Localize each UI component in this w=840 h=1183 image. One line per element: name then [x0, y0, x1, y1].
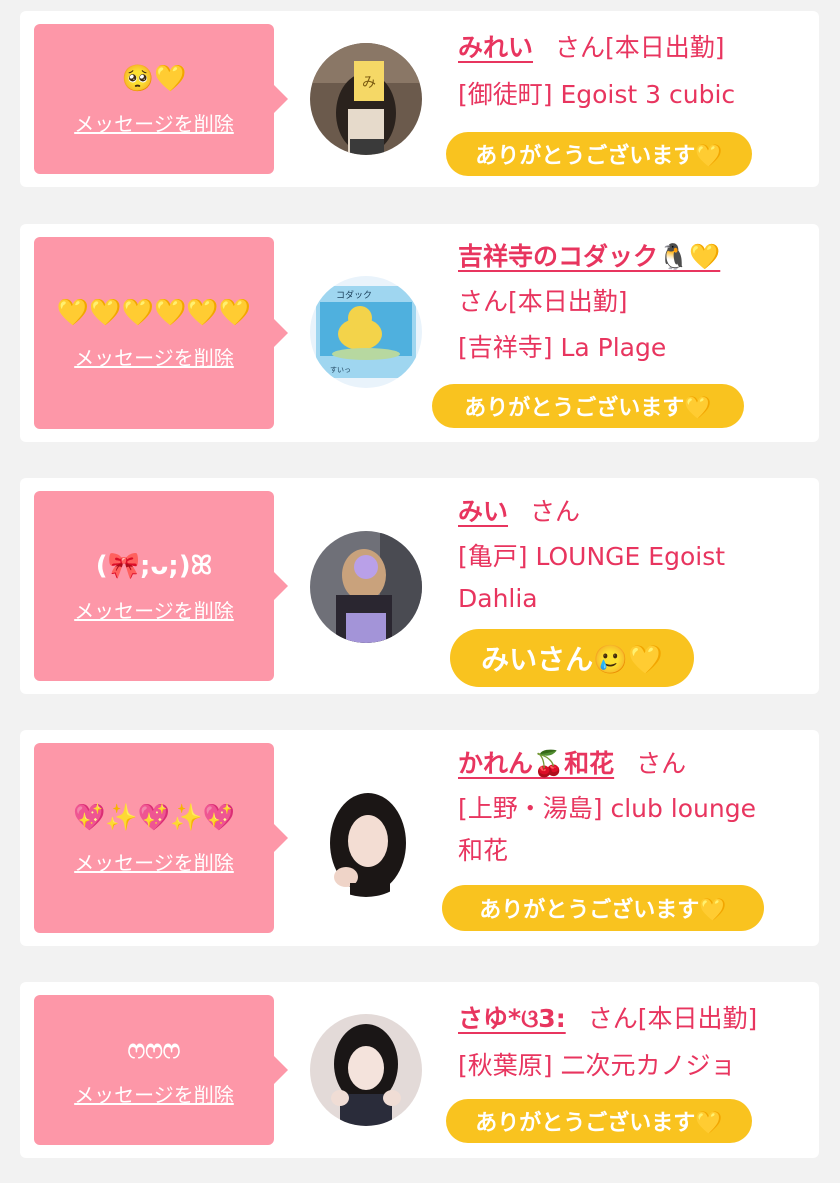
sender-info: 吉祥寺のコダック🐧💛 さん[本日出勤] [吉祥寺] La Plage [458, 237, 799, 369]
sender-name-link[interactable]: みい [458, 497, 508, 526]
avatar[interactable]: み [310, 43, 422, 155]
sender-name-link[interactable]: かれん🍒和花 [458, 749, 614, 778]
card-subtext: すいっ [330, 366, 351, 374]
sender-name-link[interactable]: みれい [458, 33, 533, 62]
delete-message-link[interactable]: メッセージを削除 [74, 342, 234, 371]
sender-info: みれい さん[本日出勤] [御徒町] Egoist 3 cubic [458, 28, 799, 116]
message-card: ෆෆෆ メッセージを削除 さゆ*ଓ3: さん[本日出勤] [秋葉原] 二次元カノジ… [20, 982, 819, 1158]
avatar-sticker-text: み [362, 75, 376, 91]
message-text: (🎀;ᴗ;)ꕤ [95, 550, 213, 581]
avatar[interactable] [310, 785, 422, 897]
message-card: 🥺💛 メッセージを削除 み みれい さん[本日出勤] [御徒町] Egoist 3… [20, 11, 819, 187]
message-list: 🥺💛 メッセージを削除 み みれい さん[本日出勤] [御徒町] Egoist 3… [0, 0, 840, 1183]
sender-suffix-line: さん[本日出勤] [458, 287, 628, 316]
thanks-reply-button[interactable]: ありがとうございます💛 [446, 1099, 752, 1143]
thanks-reply-button[interactable]: ありがとうございます💛 [442, 885, 764, 931]
message-bubble: 💛💛💛💛💛💛 メッセージを削除 [34, 237, 288, 429]
sender-name-link[interactable]: さゆ*ଓ3: [458, 1004, 566, 1033]
sender-info: かれん🍒和花 さん [上野・湯島] club lounge 和花 [458, 744, 799, 872]
message-text: 💖✨💖✨💖 [73, 802, 235, 833]
message-text: 🥺💛 [121, 63, 187, 94]
shop-name-continued: Dahlia [458, 584, 538, 613]
thanks-reply-button[interactable]: みいさん🥲💛 [450, 629, 694, 687]
sender-suffix: さん[本日出勤] [587, 1004, 758, 1033]
delete-message-link[interactable]: メッセージを削除 [74, 1079, 234, 1108]
sender-suffix: さん[本日出勤] [555, 33, 725, 62]
message-bubble: (🎀;ᴗ;)ꕤ メッセージを削除 [34, 491, 288, 681]
shop-name: [亀戸] LOUNGE Egoist [458, 542, 726, 571]
message-card: (🎀;ᴗ;)ꕤ メッセージを削除 みい さん [亀戸] LOUNGE Egoist… [20, 478, 819, 694]
message-bubble: 🥺💛 メッセージを削除 [34, 24, 288, 174]
shop-name: [吉祥寺] La Plage [458, 333, 667, 362]
message-bubble: ෆෆෆ メッセージを削除 [34, 995, 288, 1145]
avatar[interactable]: コダック すいっ [310, 276, 422, 388]
shop-name: [上野・湯島] club lounge [458, 794, 756, 823]
message-bubble: 💖✨💖✨💖 メッセージを削除 [34, 743, 288, 933]
sender-name-link[interactable]: 吉祥寺のコダック🐧💛 [458, 242, 720, 271]
message-card: 💖✨💖✨💖 メッセージを削除 かれん🍒和花 さん [上野・湯島] club lou… [20, 730, 819, 946]
thanks-reply-button[interactable]: ありがとうございます💛 [432, 384, 744, 428]
card-title-text: コダック [336, 289, 372, 301]
sender-info: さゆ*ଓ3: さん[本日出勤] [秋葉原] 二次元カノジョ [458, 999, 799, 1087]
avatar[interactable] [310, 531, 422, 643]
sender-suffix: さん [530, 497, 581, 526]
delete-message-link[interactable]: メッセージを削除 [74, 108, 234, 137]
avatar[interactable] [310, 1014, 422, 1126]
message-card: 💛💛💛💛💛💛 メッセージを削除 コダック すいっ 吉祥寺のコダック🐧💛 さん[本… [20, 224, 819, 442]
shop-name: [御徒町] Egoist 3 cubic [458, 80, 736, 109]
message-text: ෆෆෆ [127, 1034, 181, 1065]
shop-name-continued: 和花 [458, 836, 509, 865]
message-text: 💛💛💛💛💛💛 [56, 297, 252, 328]
sender-suffix: さん [636, 749, 687, 778]
delete-message-link[interactable]: メッセージを削除 [74, 595, 234, 624]
delete-message-link[interactable]: メッセージを削除 [74, 847, 234, 876]
thanks-reply-button[interactable]: ありがとうございます💛 [446, 132, 752, 176]
shop-name: [秋葉原] 二次元カノジョ [458, 1051, 736, 1080]
sender-info: みい さん [亀戸] LOUNGE Egoist Dahlia [458, 492, 799, 620]
